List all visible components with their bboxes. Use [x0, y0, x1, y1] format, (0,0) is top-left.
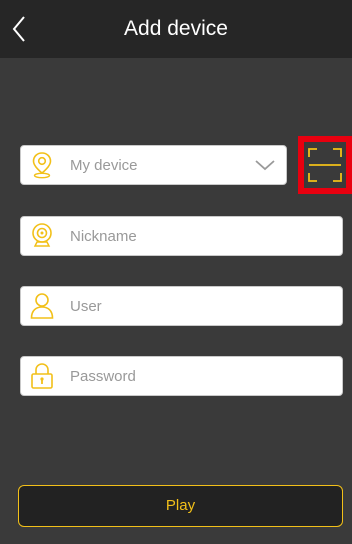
chevron-left-icon — [12, 16, 25, 42]
camera-icon — [30, 222, 54, 250]
header-bar: Add device — [0, 0, 352, 58]
play-button[interactable]: Play — [18, 485, 343, 527]
scan-qr-button[interactable] — [298, 136, 352, 194]
lock-icon — [30, 362, 54, 390]
scan-frame-icon — [308, 148, 342, 182]
password-input[interactable] — [70, 367, 270, 385]
device-select-value: My device — [70, 156, 138, 174]
page-title: Add device — [124, 17, 228, 40]
chevron-down-icon[interactable] — [254, 158, 276, 172]
device-select[interactable]: My device — [20, 145, 287, 185]
nickname-input[interactable] — [70, 227, 270, 245]
scan-button-inner — [304, 142, 346, 188]
user-icon — [30, 292, 54, 320]
back-button[interactable] — [6, 13, 32, 45]
nickname-field — [20, 216, 343, 256]
location-pin-icon — [30, 151, 54, 179]
user-input[interactable] — [70, 297, 270, 315]
user-field — [20, 286, 343, 326]
password-field — [20, 356, 343, 396]
